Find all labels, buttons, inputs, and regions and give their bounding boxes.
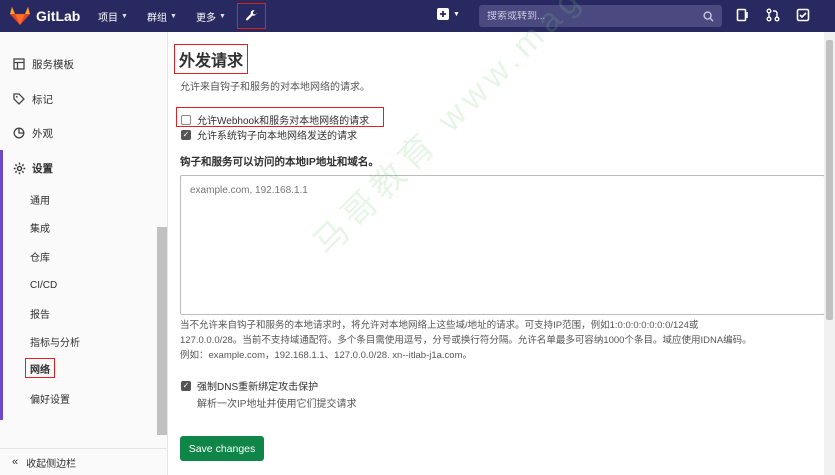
- new-dropdown[interactable]: ▼: [437, 8, 460, 20]
- sidebar-sub-network[interactable]: 网络: [25, 358, 55, 378]
- allow-local-requests-row[interactable]: 允许Webhook和服务对本地网络的请求: [181, 112, 369, 127]
- allow-system-hooks-checkbox[interactable]: ✓: [181, 129, 191, 140]
- label-icon: [12, 92, 26, 106]
- partial-icon: [12, 27, 26, 39]
- sidebar-item-settings[interactable]: 设置: [0, 154, 156, 182]
- dns-protection-row[interactable]: ✓ 强制DNS重新绑定攻击保护: [181, 378, 318, 393]
- sidebar-sub-integrations[interactable]: 集成: [30, 217, 50, 237]
- save-changes-button[interactable]: Save changes: [180, 436, 264, 461]
- active-section-indicator: [0, 150, 3, 420]
- search-input[interactable]: [479, 10, 703, 22]
- sidebar-item-label: 设置: [32, 162, 53, 175]
- help-line: 127.0.0.0/28。当前不支持域通配符。多个条目需使用逗号，分号或换行符分…: [180, 335, 752, 346]
- sidebar-item-appearance[interactable]: 外观: [0, 119, 156, 147]
- page-title: 外发请求: [174, 44, 249, 74]
- sidebar-sub-general[interactable]: 通用: [30, 189, 50, 209]
- search-icon: [703, 10, 714, 22]
- sidebar-sub-reporting[interactable]: 报告: [30, 303, 50, 323]
- chevron-down-icon: ▼: [170, 12, 177, 20]
- wrench-icon: [245, 9, 258, 20]
- dns-protection-help: 解析一次IP地址并使用它们提交请求: [197, 399, 357, 410]
- sidebar-item-labels[interactable]: 标记: [0, 85, 156, 113]
- allowlist-textarea[interactable]: [180, 175, 825, 315]
- sidebar-sub-cicd[interactable]: CI/CD: [30, 275, 57, 295]
- sidebar-sub-preferences[interactable]: 偏好设置: [30, 388, 70, 408]
- allow-local-requests-checkbox[interactable]: [181, 114, 191, 125]
- nav-more-label: 更多: [196, 12, 216, 24]
- dns-protection-label: 强制DNS重新绑定攻击保护: [197, 382, 319, 393]
- page-scrollbar-thumb[interactable]: [826, 40, 833, 320]
- nav-groups-label: 群组: [147, 12, 167, 24]
- nav-projects-label: 项目: [98, 12, 118, 24]
- allow-system-hooks-label: 允许系统钩子向本地网络发送的请求: [197, 131, 357, 142]
- main-content: 外发请求 允许来自钩子和服务的对本地网络的请求。 允许Webhook和服务对本地…: [169, 32, 825, 475]
- sidebar-item-service-templates[interactable]: 服务模板: [0, 50, 156, 78]
- chevron-down-icon: ▼: [453, 10, 460, 18]
- help-line: 例如：example.com，192.168.1.1、127.0.0.0/28.…: [180, 350, 472, 361]
- plus-square-icon: [437, 8, 449, 20]
- chevron-down-icon: ▼: [121, 12, 128, 20]
- allow-system-hooks-row[interactable]: ✓ 允许系统钩子向本地网络发送的请求: [181, 127, 357, 142]
- sidebar-item-label: 服务模板: [32, 58, 74, 71]
- search-box[interactable]: [479, 5, 722, 27]
- dns-protection-checkbox[interactable]: ✓: [181, 380, 191, 391]
- collapse-sidebar-label: 收起侧边栏: [26, 458, 77, 470]
- sidebar-sub-metrics[interactable]: 指标与分析: [30, 331, 80, 351]
- sidebar-item-label: 外观: [32, 127, 53, 140]
- admin-area-button[interactable]: [237, 3, 266, 29]
- gear-icon: [12, 161, 26, 175]
- sidebar-item-label: 标记: [32, 93, 53, 106]
- tanuki-icon: [10, 7, 30, 25]
- user-shortcuts: [736, 8, 810, 22]
- double-chevron-left-icon: «: [12, 456, 19, 468]
- brand-name: GitLab: [36, 8, 81, 24]
- allow-local-requests-label: 允许Webhook和服务对本地网络的请求: [197, 116, 370, 127]
- help-line: 当不允许来自钩子和服务的本地请求时，将允许对本地网络上这些域/地址的请求。可支持…: [180, 320, 699, 331]
- section-description: 允许来自钩子和服务的对本地网络的请求。: [180, 82, 370, 93]
- nav-more[interactable]: 更多 ▼: [196, 0, 226, 32]
- todo-icon[interactable]: [796, 8, 810, 22]
- appearance-icon: [12, 126, 26, 140]
- sidebar: 服务模板 标记 外观 设置 通用 集成 仓库 CI/CD 报告 指标与分析 网络…: [0, 32, 168, 475]
- gitlab-logo[interactable]: GitLab: [10, 7, 80, 25]
- allowlist-help: 当不允许来自钩子和服务的本地请求时，将允许对本地网络上这些域/地址的请求。可支持…: [180, 318, 824, 363]
- sidebar-item-partial[interactable]: [0, 27, 156, 39]
- sidebar-scrollbar[interactable]: [157, 227, 167, 435]
- merge-request-icon[interactable]: [766, 8, 780, 22]
- collapse-sidebar-button[interactable]: « 收起侧边栏: [0, 448, 168, 475]
- sidebar-sub-repository[interactable]: 仓库: [30, 246, 50, 266]
- chevron-down-icon: ▼: [219, 12, 226, 20]
- issues-icon[interactable]: [736, 8, 750, 22]
- template-icon: [12, 57, 26, 71]
- allowlist-label: 钩子和服务可以访问的本地IP地址和域名。: [180, 156, 379, 168]
